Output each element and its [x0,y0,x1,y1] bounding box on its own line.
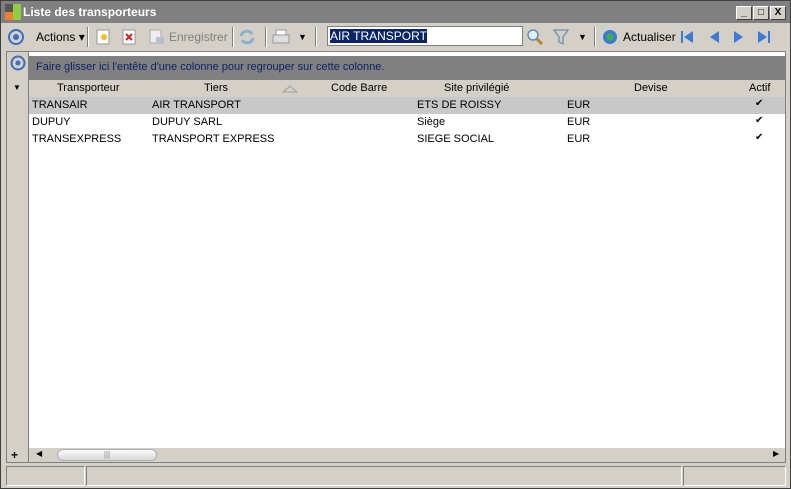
target-icon[interactable] [7,28,25,46]
status-panel [6,466,85,486]
separator [315,27,317,47]
new-document-icon[interactable] [96,29,110,45]
actions-menu[interactable]: Actions ▾ [36,27,85,47]
maximize-button[interactable]: □ [753,6,769,20]
sort-ascending-icon [282,85,298,93]
scroll-right-arrow[interactable]: ▶ [773,449,779,458]
column-header-site[interactable]: Site privilégié [444,82,509,94]
cell-devise: EUR [567,99,591,111]
add-row-button[interactable]: + [11,448,18,462]
cell-transporteur: TRANSAIR [32,99,88,111]
save-icon [149,29,164,44]
horizontal-scrollbar[interactable]: ◀ ||| ▶ [29,448,785,462]
next-record-icon[interactable] [731,29,747,45]
search-value: AIR TRANSPORT [330,29,427,43]
title-bar: Liste des transporteurs _ □ X [1,1,790,23]
previous-record-icon[interactable] [706,29,722,45]
sync-icon[interactable] [238,28,256,46]
scroll-left-arrow[interactable]: ◀ [36,449,42,458]
toolbar: Actions ▾ Enregistrer ▼ AIR TRANSPORT ▼ … [1,24,790,50]
last-record-icon[interactable] [756,29,772,45]
cell-transporteur: DUPUY [32,116,71,128]
table-row[interactable]: DUPUY DUPUY SARL Siège EUR ✔ [29,114,785,131]
separator [594,27,596,47]
row-menu-dropdown[interactable]: ▼ [13,83,21,92]
actif-checkbox[interactable]: ✔ [755,133,765,143]
scroll-thumb[interactable]: ||| [57,449,157,461]
search-input[interactable]: AIR TRANSPORT [327,26,523,46]
actif-checkbox[interactable]: ✔ [755,99,765,109]
filter-dropdown[interactable]: ▼ [578,27,587,47]
cell-site: ETS DE ROISSY [417,99,502,111]
cell-tiers: AIR TRANSPORT [152,99,241,111]
close-button[interactable]: X [770,6,786,20]
minimize-button[interactable]: _ [736,6,752,20]
table-row[interactable]: TRANSAIR AIR TRANSPORT ETS DE ROISSY EUR ✔ [29,97,785,114]
filter-icon[interactable] [553,28,569,46]
cell-tiers: TRANSPORT EXPRESS [152,133,275,145]
separator [265,27,267,47]
cell-site: SIEGE SOCIAL [417,133,495,145]
table-row[interactable]: TRANSEXPRESS TRANSPORT EXPRESS SIEGE SOCIA… [29,131,785,148]
status-bar [6,466,786,486]
row-selector-gutter: ▼ + [7,52,29,462]
cell-devise: EUR [567,116,591,128]
delete-icon[interactable] [122,29,136,45]
refresh-icon[interactable] [601,28,619,46]
column-chooser-icon[interactable] [9,54,27,72]
app-logo-icon [5,4,21,20]
refresh-button[interactable]: Actualiser [623,27,676,47]
column-header-tiers[interactable]: Tiers [204,82,228,94]
save-button[interactable]: Enregistrer [169,27,228,47]
status-panel [86,466,682,486]
separator [87,27,89,47]
column-header-devise[interactable]: Devise [634,82,668,94]
window-title: Liste des transporteurs [23,5,157,19]
group-by-panel[interactable]: Faire glisser ici l'entête d'une colonne… [29,56,785,80]
separator [232,27,234,47]
column-header-code-barre[interactable]: Code Barre [331,82,387,94]
cell-transporteur: TRANSEXPRESS [32,133,122,145]
grid-header: Transporteur Tiers Code Barre Site privi… [29,80,785,97]
search-icon[interactable] [526,28,544,46]
column-header-actif[interactable]: Actif [749,82,770,94]
cell-tiers: DUPUY SARL [152,116,223,128]
first-record-icon[interactable] [679,29,695,45]
cell-devise: EUR [567,133,591,145]
transporteurs-grid: ▼ + Faire glisser ici l'entête d'une col… [6,51,786,463]
actif-checkbox[interactable]: ✔ [755,116,765,126]
column-header-transporteur[interactable]: Transporteur [57,82,120,94]
print-icon[interactable] [272,29,290,45]
print-dropdown[interactable]: ▼ [298,27,307,47]
cell-site: Siège [417,116,446,128]
status-panel [683,466,786,486]
actions-label: Actions [36,30,76,44]
